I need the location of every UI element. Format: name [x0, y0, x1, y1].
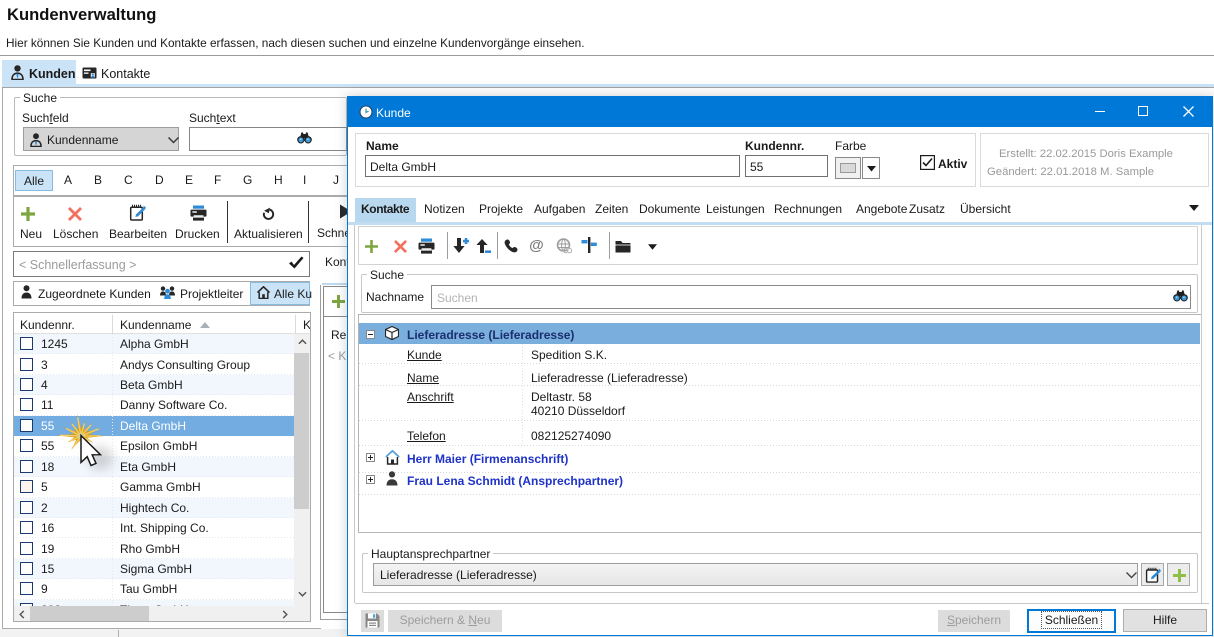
- svg-text:@: @: [529, 238, 544, 253]
